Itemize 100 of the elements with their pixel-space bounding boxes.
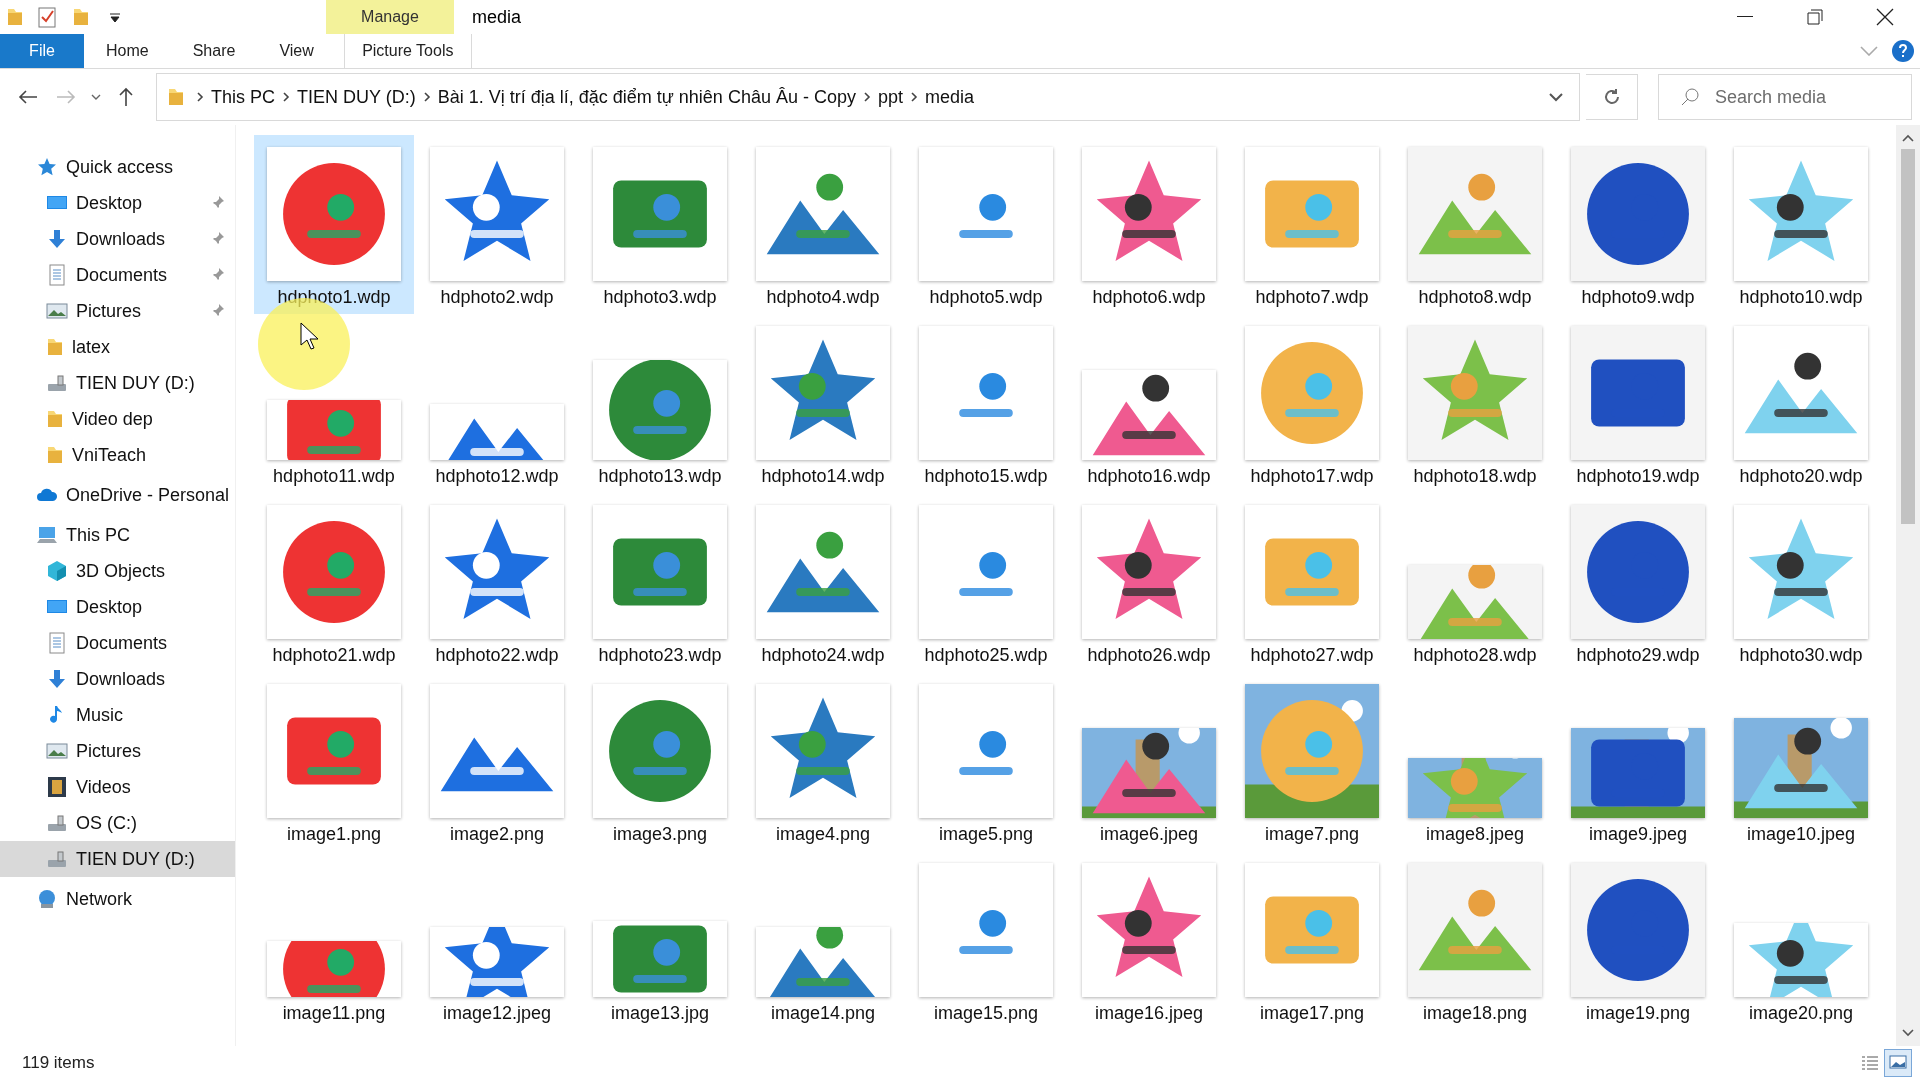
folder-icon — [46, 445, 64, 465]
address-bar[interactable]: This PC TIEN DUY (D:) Bài 1. Vị trí địa lí, đặc điểm tự nhiên Châu Âu - Copy ppt media — [156, 73, 1580, 121]
computer-icon — [36, 524, 58, 546]
nav-item[interactable]: Quick access — [0, 149, 235, 185]
file-item[interactable]: hdphoto14.wdp — [743, 314, 903, 493]
nav-item[interactable]: Documents — [0, 625, 235, 661]
file-item[interactable]: image3.png — [580, 672, 740, 851]
file-item[interactable]: image7.png — [1232, 672, 1392, 851]
cursor-icon — [300, 322, 320, 350]
file-item[interactable]: image10.jpeg — [1721, 672, 1881, 851]
nav-item[interactable]: VniTeach — [0, 437, 235, 473]
file-item[interactable]: hdphoto10.wdp — [1721, 135, 1881, 314]
nav-item[interactable]: TIEN DUY (D:) — [0, 365, 235, 401]
breadcrumb[interactable]: Bài 1. Vị trí địa lí, đặc điểm tự nhiên Châu Âu - Copy — [431, 86, 862, 108]
nav-item[interactable]: 3D Objects — [0, 553, 235, 589]
breadcrumb[interactable]: TIEN DUY (D:) — [291, 86, 422, 108]
arrow-left-icon — [18, 89, 38, 105]
file-item[interactable]: image2.png — [417, 672, 577, 851]
nav-item[interactable]: Desktop — [0, 185, 235, 221]
file-item[interactable]: hdphoto4.wdp — [743, 135, 903, 314]
nav-item[interactable]: This PC — [0, 517, 235, 553]
file-item[interactable]: hdphoto9.wdp — [1558, 135, 1718, 314]
nav-item[interactable]: Videos — [0, 769, 235, 805]
file-item[interactable]: image14.png — [743, 851, 903, 1030]
nav-item[interactable]: OS (C:) — [0, 805, 235, 841]
file-item[interactable]: image20.png — [1721, 851, 1881, 1030]
scroll-down-icon[interactable] — [1902, 1028, 1914, 1038]
folder-icon — [167, 87, 185, 107]
file-item[interactable]: hdphoto17.wdp — [1232, 314, 1392, 493]
file-item[interactable]: hdphoto7.wdp — [1232, 135, 1392, 314]
file-item[interactable]: hdphoto1.wdp — [254, 135, 414, 314]
help-icon[interactable] — [1892, 40, 1914, 62]
cube-icon — [46, 560, 68, 582]
view-button[interactable] — [1884, 1049, 1912, 1077]
file-item[interactable]: image11.png — [254, 851, 414, 1030]
breadcrumb[interactable]: media — [919, 86, 980, 108]
folder-icon — [46, 409, 64, 429]
scroll-thumb[interactable] — [1901, 149, 1915, 524]
chevron-down-icon[interactable] — [1549, 92, 1563, 102]
nav-item[interactable]: Documents — [0, 257, 235, 293]
file-item[interactable]: hdphoto29.wdp — [1558, 493, 1718, 672]
breadcrumb[interactable]: ppt — [871, 86, 909, 108]
file-item[interactable]: image18.png — [1395, 851, 1555, 1030]
scrollbar[interactable] — [1896, 125, 1920, 1046]
folder-icon — [72, 7, 90, 27]
contextual-tab[interactable]: Picture Tools — [343, 34, 472, 68]
file-item[interactable]: hdphoto6.wdp — [1069, 135, 1229, 314]
file-item[interactable]: image8.jpeg — [1395, 672, 1555, 851]
file-item[interactable]: hdphoto3.wdp — [580, 135, 740, 314]
file-item[interactable]: hdphoto12.wdp — [417, 314, 577, 493]
file-tab[interactable]: File — [0, 34, 84, 68]
file-item[interactable]: image15.png — [906, 851, 1066, 1030]
document-icon — [46, 264, 68, 286]
scroll-up-icon[interactable] — [1902, 133, 1914, 143]
nav-item[interactable]: Downloads — [0, 661, 235, 697]
nav-item[interactable]: Network — [0, 881, 235, 917]
nav-item[interactable]: Music — [0, 697, 235, 733]
file-item[interactable]: hdphoto16.wdp — [1069, 314, 1229, 493]
file-item[interactable]: image12.jpeg — [417, 851, 577, 1030]
file-item[interactable]: hdphoto27.wdp — [1232, 493, 1392, 672]
file-item[interactable]: image6.jpeg — [1069, 672, 1229, 851]
file-item[interactable]: hdphoto26.wdp — [1069, 493, 1229, 672]
file-item[interactable]: hdphoto2.wdp — [417, 135, 577, 314]
nav-item[interactable]: Desktop — [0, 589, 235, 625]
file-item[interactable]: hdphoto5.wdp — [906, 135, 1066, 314]
file-item[interactable]: hdphoto28.wdp — [1395, 493, 1555, 672]
nav-item[interactable]: latex — [0, 329, 235, 365]
file-item[interactable]: image17.png — [1232, 851, 1392, 1030]
chevron-right-icon — [909, 91, 919, 103]
file-item[interactable]: image9.jpeg — [1558, 672, 1718, 851]
file-item[interactable]: hdphoto25.wdp — [906, 493, 1066, 672]
breadcrumb[interactable]: This PC — [205, 86, 281, 108]
file-item[interactable]: hdphoto8.wdp — [1395, 135, 1555, 314]
file-item[interactable]: hdphoto23.wdp — [580, 493, 740, 672]
nav-item[interactable]: OneDrive - Personal — [0, 477, 235, 513]
refresh-button[interactable] — [1586, 74, 1638, 120]
file-item[interactable]: hdphoto19.wdp — [1558, 314, 1718, 493]
file-item[interactable]: hdphoto15.wdp — [906, 314, 1066, 493]
nav-item[interactable]: Video dep — [0, 401, 235, 437]
file-item[interactable]: hdphoto30.wdp — [1721, 493, 1881, 672]
file-item[interactable]: hdphoto13.wdp — [580, 314, 740, 493]
pin-icon — [211, 230, 225, 245]
file-item[interactable]: hdphoto22.wdp — [417, 493, 577, 672]
file-item[interactable]: hdphoto21.wdp — [254, 493, 414, 672]
file-item[interactable]: hdphoto18.wdp — [1395, 314, 1555, 493]
file-item[interactable]: image1.png — [254, 672, 414, 851]
nav-item[interactable]: TIEN DUY (D:) — [0, 841, 235, 877]
nav-item[interactable]: Pictures — [0, 733, 235, 769]
file-item[interactable]: hdphoto20.wdp — [1721, 314, 1881, 493]
file-item[interactable]: hdphoto24.wdp — [743, 493, 903, 672]
search-field[interactable]: Search media — [1658, 74, 1912, 120]
chevron-right-icon — [281, 91, 291, 103]
file-item[interactable]: image4.png — [743, 672, 903, 851]
nav-item[interactable]: Pictures — [0, 293, 235, 329]
file-item[interactable]: image16.jpeg — [1069, 851, 1229, 1030]
nav-item[interactable]: Downloads — [0, 221, 235, 257]
file-item[interactable]: image5.png — [906, 672, 1066, 851]
file-item[interactable]: image19.png — [1558, 851, 1718, 1030]
star-icon — [36, 156, 58, 178]
file-item[interactable]: image13.jpg — [580, 851, 740, 1030]
